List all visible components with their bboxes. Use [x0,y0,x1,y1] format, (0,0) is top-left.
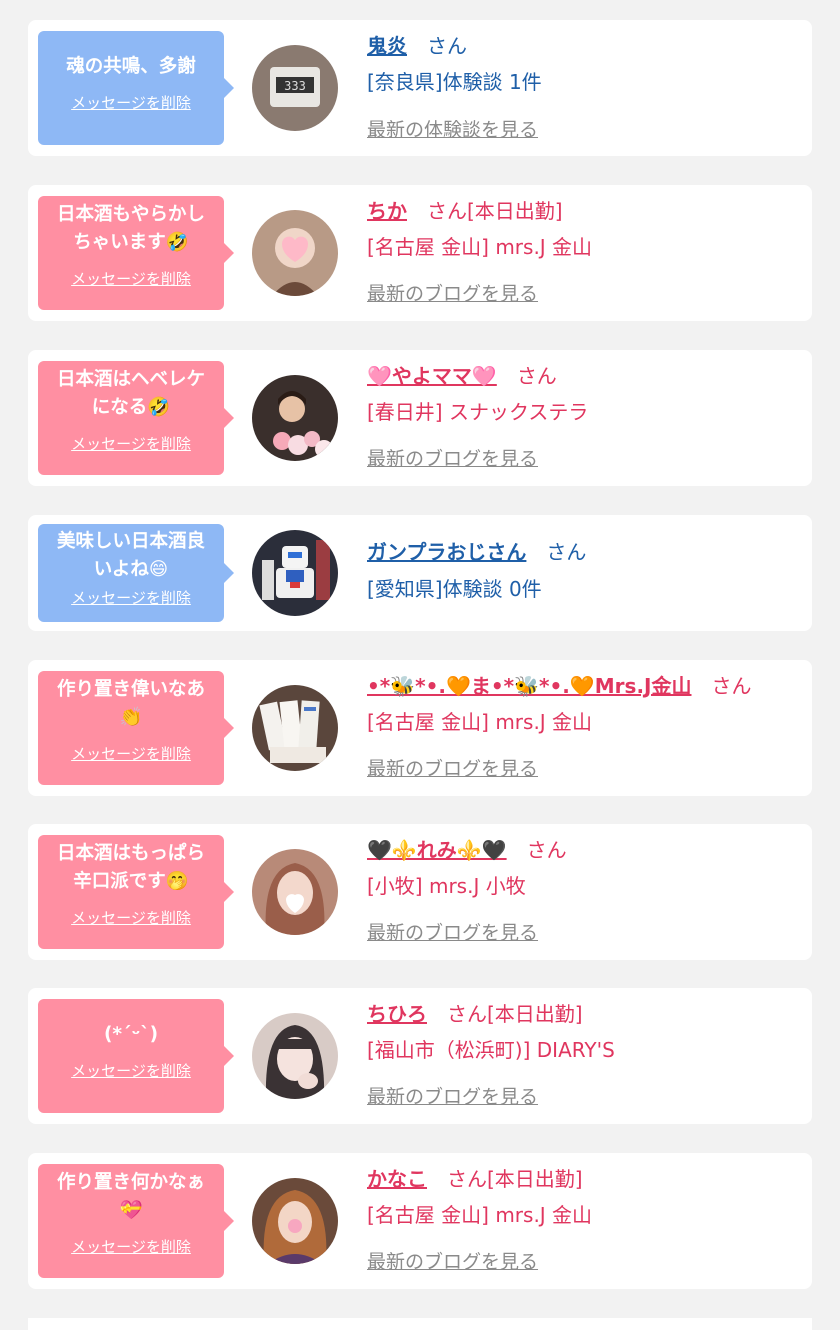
user-info: [名古屋 金山] mrs.J 金山 [367,235,593,259]
svg-text:333: 333 [284,79,306,93]
message-text: 魂の共鳴、多謝 [66,56,196,77]
avatar[interactable] [252,685,338,771]
user-name-line: ちひろ さん[本日出勤] [367,1000,583,1028]
user-name-line: 🩷やよママ🩷 さん [367,362,557,390]
message-card: 美味しい日本酒良 いよね😄 メッセージを削除 ガンプラおじさん さん [愛知県]体… [28,515,812,631]
delete-message-link[interactable]: メッセージを削除 [46,744,216,764]
latest-link[interactable]: 最新のブログを見る [367,1084,538,1110]
avatar[interactable] [252,530,338,616]
user-name-link[interactable]: かなこ [367,1167,427,1191]
user-name-link[interactable]: 鬼炎 [367,34,407,58]
delete-message-link[interactable]: メッセージを削除 [46,1237,216,1257]
honorific: さん [711,674,752,698]
message-text: 日本酒はヘベレケ になる🤣 [56,369,205,418]
avatar[interactable] [252,1178,338,1264]
message-bubble: (*ˊᵕˋ) メッセージを削除 [38,999,234,1113]
attendance-status: [本日出勤] [487,1167,583,1191]
message-text: 日本酒はもっぱら 辛口派です🤭 [56,843,205,892]
latest-link[interactable]: 最新のブログを見る [367,756,538,782]
honorific: さん [526,838,567,862]
message-text: 日本酒もやらかし ちゃいます🤣 [56,204,205,253]
user-name-line: 鬼炎 さん [367,32,467,60]
user-name-line: ガンプラおじさん さん [367,538,586,566]
user-name-link[interactable]: ガンプラおじさん [367,540,526,564]
honorific: さん [516,364,557,388]
message-card: 日本酒はもっぱら 辛口派です🤭 メッセージを削除 🖤⚜️れみ⚜️🖤 さん [小牧]… [28,824,812,960]
honorific: さん [546,540,587,564]
message-card: 日本酒はヘベレケ になる🤣 メッセージを削除 🩷やよママ🩷 さん [春日井] スナ… [28,350,812,486]
latest-link[interactable]: 最新のブログを見る [367,1249,538,1275]
user-name-link[interactable]: 🩷やよママ🩷 [367,364,497,388]
latest-link[interactable]: 最新のブログを見る [367,446,538,472]
message-card: 魂の共鳴、多謝 メッセージを削除 333 鬼炎 さん [奈良県]体験談 1件 最新… [28,20,812,156]
user-name-line: 🖤⚜️れみ⚜️🖤 さん [367,836,567,864]
user-info: [小牧] mrs.J 小牧 [367,874,526,898]
honorific: さん [427,34,467,58]
user-info: [春日井] スナックステラ [367,400,589,424]
latest-link[interactable]: 最新のブログを見る [367,920,538,946]
delete-message-link[interactable]: メッセージを削除 [46,1061,216,1081]
attendance-status: [本日出勤] [467,199,563,223]
next-card-edge [28,1318,812,1330]
avatar[interactable] [252,849,338,935]
user-name-link[interactable]: •*🐝*•.🧡ま•*🐝*•.🧡Mrs.J金山 [367,674,691,698]
user-name-link[interactable]: ちか [367,199,407,223]
message-bubble: 魂の共鳴、多謝 メッセージを削除 [38,31,234,145]
avatar[interactable] [252,1013,338,1099]
delete-message-link[interactable]: メッセージを削除 [46,269,216,289]
message-bubble: 美味しい日本酒良 いよね😄 メッセージを削除 [38,524,234,622]
message-bubble: 作り置き何かなぁ 💝 メッセージを削除 [38,1164,234,1278]
message-card: 作り置き何かなぁ 💝 メッセージを削除 かなこ さん[本日出勤] [名古屋 金山]… [28,1153,812,1289]
user-info: [名古屋 金山] mrs.J 金山 [367,710,593,734]
delete-message-link[interactable]: メッセージを削除 [46,588,216,608]
message-list: 魂の共鳴、多謝 メッセージを削除 333 鬼炎 さん [奈良県]体験談 1件 最新… [0,0,840,1330]
honorific: さん [447,1002,487,1026]
latest-link[interactable]: 最新のブログを見る [367,281,538,307]
delete-message-link[interactable]: メッセージを削除 [46,908,216,928]
message-text: 作り置き偉いなあ 👏 [56,679,205,728]
attendance-status: [本日出勤] [487,1002,583,1026]
message-text: 作り置き何かなぁ 💝 [56,1172,205,1221]
user-name-line: •*🐝*•.🧡ま•*🐝*•.🧡Mrs.J金山 さん [367,672,751,700]
avatar[interactable]: 333 [252,45,338,131]
message-bubble: 日本酒もやらかし ちゃいます🤣 メッセージを削除 [38,196,234,310]
user-name-link[interactable]: ちひろ [367,1002,427,1026]
user-name-line: かなこ さん[本日出勤] [367,1165,583,1193]
latest-link[interactable]: 最新の体験談を見る [367,117,538,143]
user-info: [奈良県]体験談 1件 [367,70,542,94]
honorific: さん [427,199,467,223]
message-text: (*ˊᵕˋ) [103,1024,159,1045]
user-name-link[interactable]: 🖤⚜️れみ⚜️🖤 [367,838,507,862]
user-info: [福山市（松浜町)] DIARY'S [367,1038,615,1062]
user-info: [名古屋 金山] mrs.J 金山 [367,1203,593,1227]
message-card: 日本酒もやらかし ちゃいます🤣 メッセージを削除 ちか さん[本日出勤] [名古屋… [28,185,812,321]
message-bubble: 作り置き偉いなあ 👏 メッセージを削除 [38,671,234,785]
message-card: (*ˊᵕˋ) メッセージを削除 ちひろ さん[本日出勤] [福山市（松浜町)] D… [28,988,812,1124]
user-info: [愛知県]体験談 0件 [367,577,542,601]
avatar[interactable] [252,210,338,296]
honorific: さん [447,1167,487,1191]
message-bubble: 日本酒はヘベレケ になる🤣 メッセージを削除 [38,361,234,475]
message-text: 美味しい日本酒良 いよね😄 [56,531,205,580]
user-name-line: ちか さん[本日出勤] [367,197,563,225]
avatar[interactable] [252,375,338,461]
message-bubble: 日本酒はもっぱら 辛口派です🤭 メッセージを削除 [38,835,234,949]
delete-message-link[interactable]: メッセージを削除 [46,93,216,113]
message-card: 作り置き偉いなあ 👏 メッセージを削除 •*🐝*•.🧡ま•*🐝*•.🧡Mrs.J… [28,660,812,796]
delete-message-link[interactable]: メッセージを削除 [46,434,216,454]
